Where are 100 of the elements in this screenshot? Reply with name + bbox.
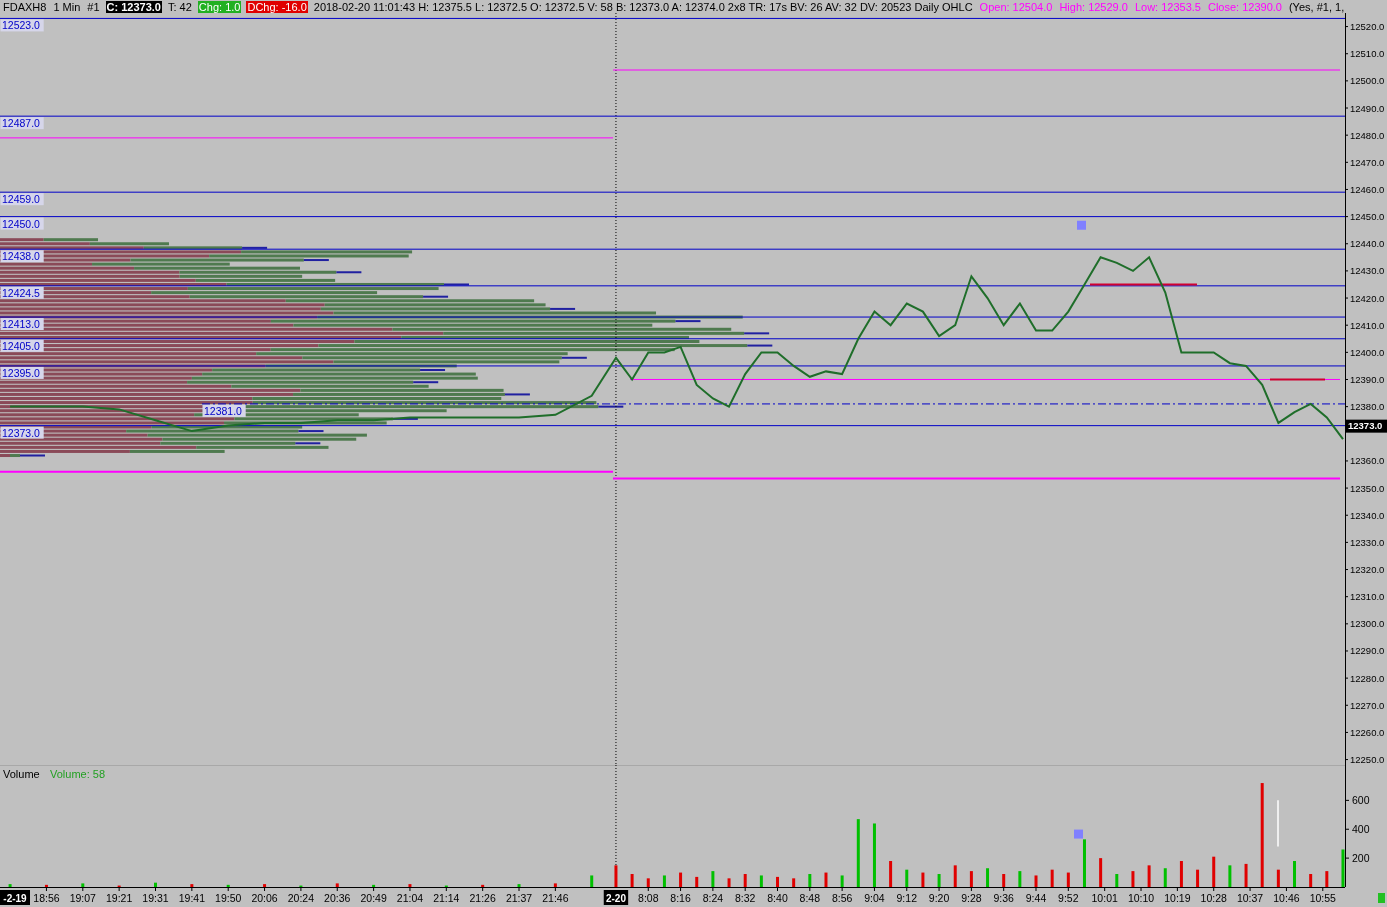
time-label: 10:55 <box>1309 892 1336 904</box>
header-text: High: 12529.0 <box>1058 0 1129 13</box>
time-label: 19:50 <box>215 892 242 904</box>
axis-label: 12500.0 <box>1350 75 1385 87</box>
volume-bar <box>517 884 521 887</box>
level-label: 12459.0 <box>0 193 44 206</box>
time-label: 19:41 <box>178 892 205 904</box>
volume-bar <box>1131 871 1135 887</box>
volume-bar <box>840 875 844 887</box>
volume-bar <box>921 872 925 887</box>
time-label: 10:37 <box>1236 892 1264 904</box>
marker-icon <box>1074 829 1083 839</box>
header-text: 2018-02-20 11:01:43 H: 12375.5 L: 12372.5 O: 12372.5 V: 58 B: 12373.0 A: 12374.0 2x8 TR: 17s BV: 26 AV: 32 DV: 20523 Daily OHLC <box>312 0 974 13</box>
axis-label: 12440.0 <box>1350 238 1385 250</box>
header-text: T: 42 <box>167 0 193 13</box>
time-label: 21:37 <box>505 892 533 904</box>
volume-bar <box>937 874 941 887</box>
volume-bar <box>1179 861 1183 887</box>
price-tag: 12373.0 <box>1346 419 1387 433</box>
header-text: DChg: -16.0 <box>246 0 308 13</box>
axis-label: 12350.0 <box>1350 482 1385 494</box>
header-text: C: 12373.0 <box>105 0 162 13</box>
axis-label: 12260.0 <box>1350 726 1385 738</box>
volume-bar <box>711 871 715 887</box>
volume-bar <box>1083 839 1086 887</box>
volume-bar <box>1018 871 1022 887</box>
volume-bar <box>1293 861 1296 887</box>
header-text: Chg: 1.0 <box>197 0 242 13</box>
time-label: 10:10 <box>1127 892 1155 904</box>
volume-bar <box>1212 856 1216 887</box>
time-label: 9:12 <box>896 892 917 904</box>
time-label: 21:46 <box>542 892 569 904</box>
axis-label: 12250.0 <box>1350 754 1385 765</box>
volume-bar <box>335 883 339 887</box>
axis-label: 12400.0 <box>1350 346 1385 358</box>
volume-bar <box>226 884 230 887</box>
volume-bar <box>662 875 666 887</box>
time-label: 9:52 <box>1058 892 1079 904</box>
axis-label: 12310.0 <box>1350 591 1385 603</box>
volume-bar <box>154 882 157 887</box>
time-label: 20:49 <box>360 892 387 904</box>
time-label: 9:36 <box>993 892 1014 904</box>
time-label: 8:24 <box>702 892 724 904</box>
volume-bar <box>1066 872 1070 887</box>
volume-bar <box>263 884 267 887</box>
axis-label: 12510.0 <box>1350 48 1385 60</box>
axis-label: 12320.0 <box>1350 564 1385 576</box>
header-text: Open: 12504.0 <box>978 0 1054 13</box>
time-label: 21:14 <box>433 892 460 904</box>
level-label: 12405.0 <box>0 339 44 352</box>
header-text: FDAXH8 <box>2 0 48 13</box>
volume-bar <box>679 872 683 887</box>
axis-label: 12340.0 <box>1350 509 1385 521</box>
time-label: 21:26 <box>469 892 496 904</box>
volume-bar <box>986 868 990 887</box>
axis-label: 12490.0 <box>1350 102 1385 114</box>
volume-bar <box>1147 865 1151 887</box>
time-label: 20:36 <box>324 892 351 904</box>
header-text: Close: 12390.0 <box>1206 0 1283 13</box>
marker-icon <box>1077 220 1086 230</box>
axis-label: 12430.0 <box>1350 265 1385 277</box>
volume-bar <box>190 884 194 887</box>
header-text: #1 <box>86 0 101 13</box>
volume-bar <box>953 865 957 887</box>
volume-bar <box>792 878 796 887</box>
volume-bar <box>408 884 412 887</box>
time-label: 8:48 <box>799 892 821 904</box>
volume-bar <box>1034 875 1038 887</box>
volume-bar <box>646 878 650 887</box>
header-text: Low: 12353.5 <box>1133 0 1202 13</box>
axis-label: 12450.0 <box>1350 211 1385 223</box>
axis-label: 600 <box>1352 794 1370 807</box>
axis-label: 12290.0 <box>1350 645 1385 657</box>
volume-bar <box>889 861 893 887</box>
axis-label: 12280.0 <box>1350 672 1385 684</box>
axis-label: 12330.0 <box>1350 536 1385 548</box>
status-indicator <box>1378 893 1385 903</box>
time-label: 8:32 <box>735 892 756 904</box>
time-label: 20:06 <box>251 892 278 904</box>
axis-label: 12270.0 <box>1350 699 1385 711</box>
volume-bar <box>1196 869 1200 887</box>
volume-bar <box>372 884 376 887</box>
volume-bar <box>1276 869 1280 887</box>
volume-bar <box>856 819 860 887</box>
volume-bar <box>1244 863 1248 887</box>
header-text: (Yes, #1, 1, <box>1287 0 1346 13</box>
volume-bar <box>824 872 828 887</box>
axis-label: 12360.0 <box>1350 455 1385 467</box>
time-label: 10:01 <box>1091 892 1118 904</box>
axis-label: 12520.0 <box>1350 21 1385 33</box>
volume-bar <box>553 883 557 887</box>
time-label: 8:40 <box>767 892 788 904</box>
axis-label: 12380.0 <box>1350 401 1385 413</box>
header-text: 1 Min <box>52 0 82 13</box>
date-marker: 2-20 <box>603 890 629 905</box>
axis-label: 12470.0 <box>1350 156 1385 168</box>
volume-bar <box>1228 865 1232 887</box>
axis-label: 12420.0 <box>1350 292 1385 304</box>
volume-bar <box>81 883 85 887</box>
level-label: 12413.0 <box>0 318 44 331</box>
